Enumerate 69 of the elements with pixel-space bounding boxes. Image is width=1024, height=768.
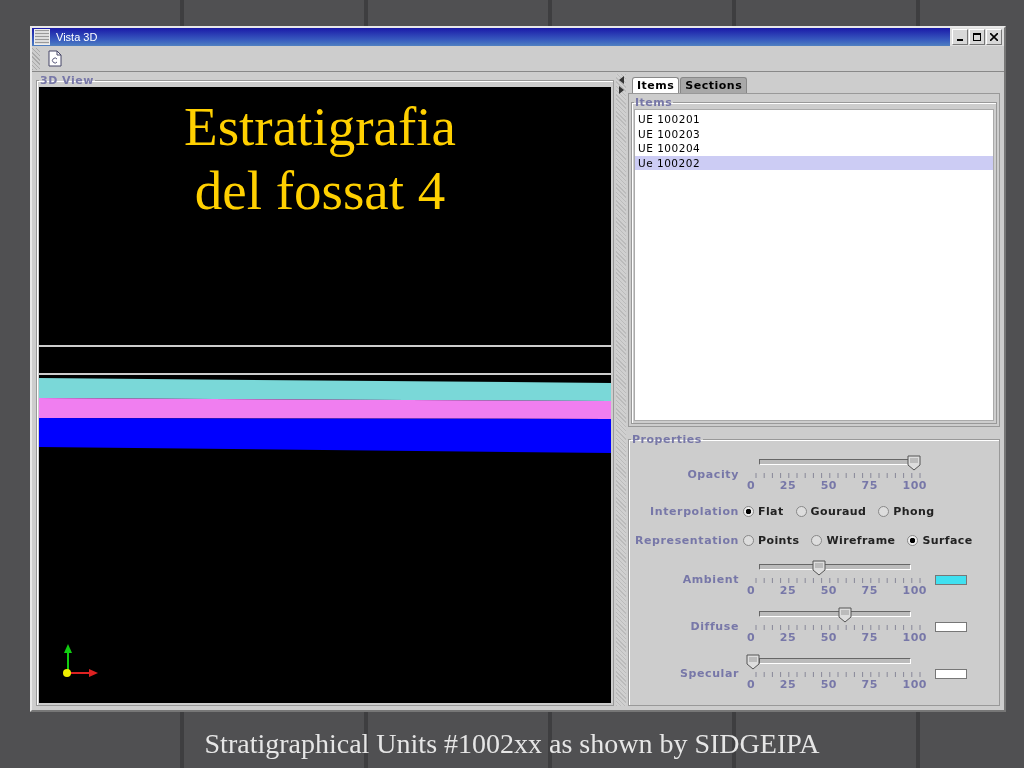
list-item[interactable]: UE 100203 [635,126,993,141]
property-label: Interpolation [649,505,739,518]
minimize-button[interactable] [952,29,968,45]
property-label: Ambient [681,573,739,586]
maximize-button[interactable] [969,29,985,45]
slider-thumb[interactable] [837,607,852,623]
radio-label[interactable]: Phong [893,505,935,518]
slider-thumb[interactable] [746,654,760,670]
property-label: Opacity [686,468,739,481]
list-item[interactable]: UE 100204 [635,141,993,156]
radio-button[interactable] [878,506,890,517]
tick-label: 50 [820,479,837,492]
property-label: Specular [678,667,739,680]
tick-label: 0 [747,631,756,644]
radio-button[interactable] [795,506,807,517]
tick-label: 0 [747,678,756,691]
radio-button[interactable] [743,535,754,546]
tick-label: 100 [902,479,927,492]
radio-label[interactable]: Points [758,534,800,547]
list-item[interactable]: Ue 100202 [635,155,993,170]
slide-title: del fossat 4 [194,159,446,223]
tick-label: 50 [820,631,837,644]
slider-thumb[interactable] [906,455,921,471]
right-arrow-icon[interactable] [618,86,624,94]
view-panel-title: 3D View [39,74,95,87]
slide-caption: Stratigraphical Units #1002xx as shown by SIDGEIPA [204,728,820,760]
radio-label[interactable]: Wireframe [826,534,896,547]
list-item[interactable]: UE 100201 [635,112,993,127]
color-swatch[interactable] [935,574,967,585]
tick-label: 75 [861,584,878,597]
radio-label[interactable]: Flat [758,505,784,518]
slide-title: Estratigrafia [184,95,456,159]
property-label: Diffuse [689,620,739,633]
radio-label[interactable]: Surface [922,534,973,547]
radio-button[interactable] [743,506,754,517]
tick-label: 75 [861,631,878,644]
close-button[interactable] [986,29,1002,45]
items-group-title: Items [634,96,674,109]
toolbar-grip[interactable] [32,47,40,70]
tick-label: 100 [902,631,927,644]
tick-label: 0 [747,479,756,492]
radio-label[interactable]: Gouraud [810,505,867,518]
tick-label: 25 [779,584,797,597]
window-menu-icon[interactable] [34,29,50,45]
tick-label: 75 [861,479,878,492]
left-arrow-icon[interactable] [618,76,624,84]
tick-label: 25 [779,631,797,644]
tick-label: 0 [747,584,756,597]
window-title: Vista 3D [56,31,99,43]
maximize-icon[interactable] [973,33,981,41]
tick-label: 75 [861,678,878,691]
color-swatch[interactable] [935,668,967,679]
tick-label: 25 [779,678,797,691]
radio-button[interactable] [811,535,823,546]
color-swatch[interactable] [935,621,967,632]
tab[interactable]: Sections [680,77,748,93]
document-icon[interactable] [48,50,62,67]
close-icon[interactable] [990,33,998,41]
radio-button[interactable] [907,535,919,546]
tick-label: 50 [820,678,837,691]
3d-viewport[interactable]: Estratigrafia del fossat 4 [39,87,611,703]
properties-group-title: Properties [631,433,703,446]
tick-label: 50 [820,584,837,597]
tick-label: 25 [779,479,797,492]
tick-label: 100 [902,584,927,597]
tick-label: 100 [902,678,927,691]
slider-thumb[interactable] [811,560,826,576]
tab[interactable]: Items [632,77,680,93]
property-label: Representation [633,534,739,547]
